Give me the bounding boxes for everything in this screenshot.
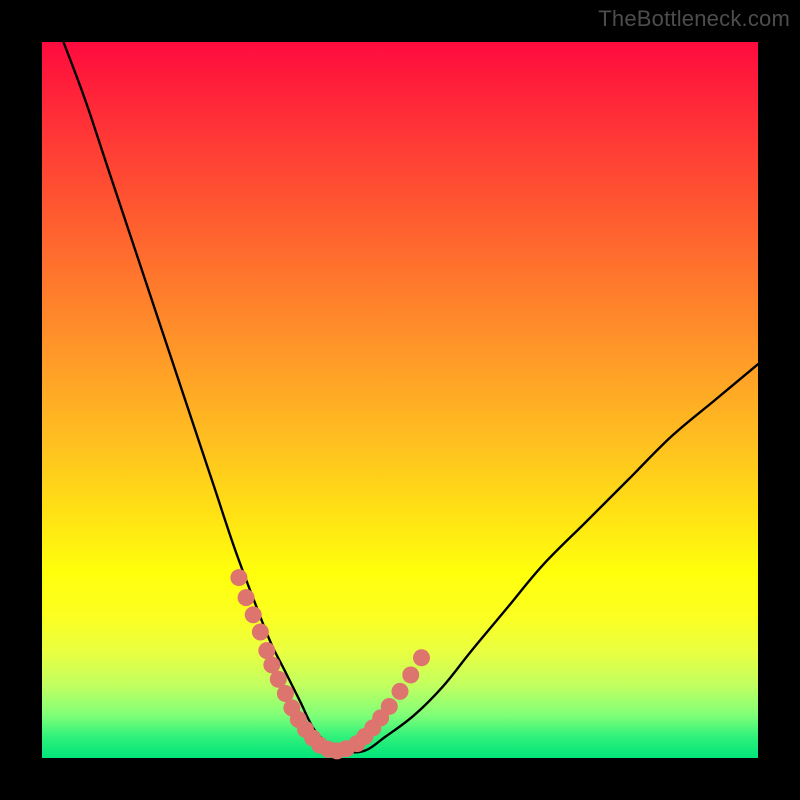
chart-frame: TheBottleneck.com (0, 0, 800, 800)
highlight-markers (230, 569, 430, 759)
curve-line (63, 42, 758, 752)
watermark-text: TheBottleneck.com (598, 6, 790, 32)
chart-svg (42, 42, 758, 758)
plot-area (42, 42, 758, 758)
